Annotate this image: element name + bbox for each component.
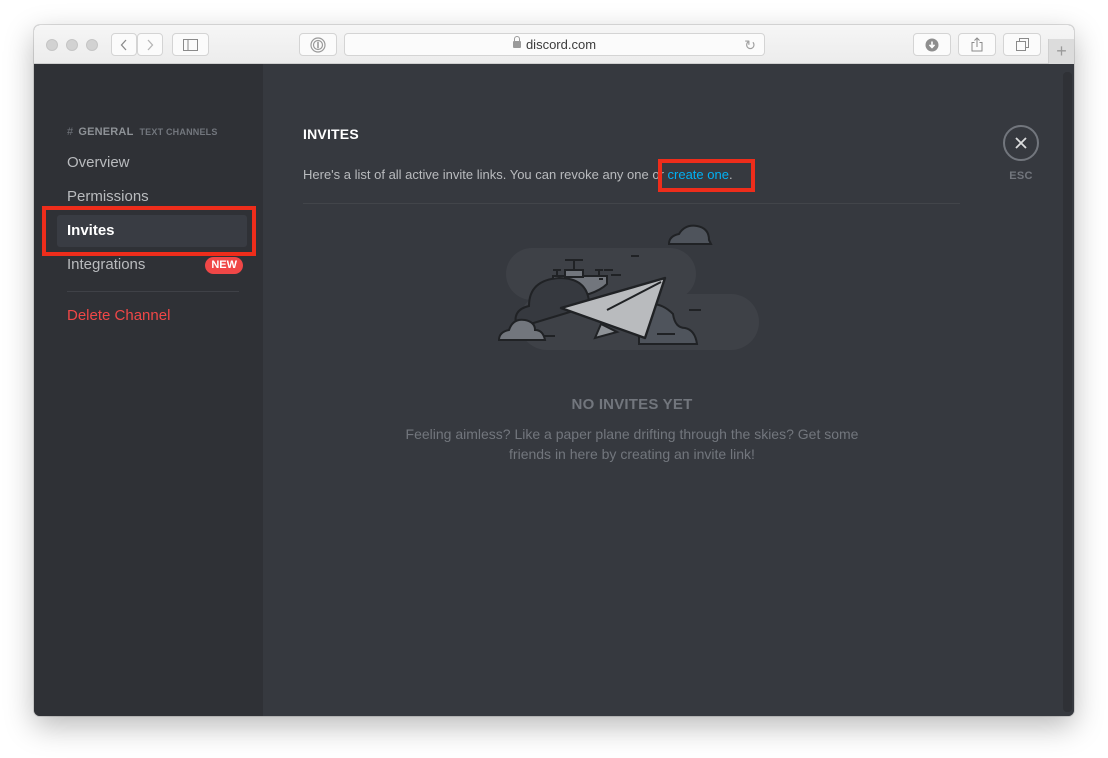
empty-state-description: Feeling aimless? Like a paper plane drif… <box>405 426 859 462</box>
close-button[interactable] <box>1003 125 1039 161</box>
password-manager-button[interactable] <box>299 33 337 56</box>
cloud-icon <box>667 224 713 245</box>
url-text: discord.com <box>525 37 597 52</box>
new-tab-button[interactable]: + <box>1048 39 1074 64</box>
sidebar-item-label: Invites <box>67 222 115 239</box>
channel-header: # GENERAL TEXT CHANNELS <box>67 126 218 138</box>
close-icon <box>1015 137 1027 149</box>
browser-window: discord.com ↻ + # GENERAL TEXT CHANNELS … <box>34 25 1074 716</box>
sidebar-item-overview[interactable]: Overview <box>57 147 247 179</box>
password-manager-icon <box>310 36 326 53</box>
sidebar-item-label: Overview <box>67 154 130 171</box>
share-icon <box>971 37 983 52</box>
download-icon <box>925 38 939 51</box>
tab-overview-button[interactable] <box>1003 33 1041 56</box>
reload-icon[interactable]: ↻ <box>744 37 756 54</box>
channel-category: TEXT CHANNELS <box>139 127 218 137</box>
empty-state-title: NO INVITES YET <box>571 396 693 413</box>
discord-app: # GENERAL TEXT CHANNELS Overview Permiss… <box>34 64 1074 716</box>
lock-icon <box>512 36 521 49</box>
minimize-window-button[interactable] <box>66 39 78 51</box>
description-end: . <box>728 167 733 182</box>
back-button[interactable] <box>111 33 137 56</box>
channel-name: GENERAL <box>78 126 134 138</box>
sidebar-icon <box>183 38 198 51</box>
downloads-button[interactable] <box>913 33 951 56</box>
forward-button[interactable] <box>137 33 163 56</box>
page-title: INVITES <box>303 126 359 142</box>
zoom-window-button[interactable] <box>86 39 98 51</box>
sidebar-item-invites[interactable]: Invites <box>57 215 247 247</box>
invites-description: Here's a list of all active invite links… <box>303 167 733 182</box>
close-settings[interactable]: ESC <box>1003 125 1039 182</box>
sidebar-toggle-button[interactable] <box>172 33 209 56</box>
tabs-icon <box>1015 38 1029 51</box>
esc-label: ESC <box>1009 170 1033 182</box>
sidebar-item-label: Permissions <box>67 188 149 205</box>
hash-icon: # <box>67 126 74 138</box>
sidebar-divider <box>67 291 239 292</box>
paper-plane-illustration <box>497 224 759 350</box>
scrollbar[interactable] <box>1063 72 1072 712</box>
sidebar-item-permissions[interactable]: Permissions <box>57 181 247 213</box>
sidebar-item-integrations[interactable]: Integrations NEW <box>57 249 247 281</box>
close-window-button[interactable] <box>46 39 58 51</box>
new-badge: NEW <box>205 257 243 274</box>
settings-content: INVITES Here's a list of all active invi… <box>263 64 1074 716</box>
share-button[interactable] <box>958 33 996 56</box>
create-invite-link[interactable]: create one <box>668 167 729 182</box>
delete-channel-label: Delete Channel <box>67 307 171 324</box>
delete-channel-button[interactable]: Delete Channel <box>57 300 247 332</box>
forward-icon <box>147 39 154 50</box>
address-bar[interactable]: discord.com ↻ <box>344 33 765 56</box>
settings-sidebar: # GENERAL TEXT CHANNELS Overview Permiss… <box>34 64 263 716</box>
new-tab-icon: + <box>1056 41 1067 61</box>
browser-toolbar: discord.com ↻ + <box>34 25 1074 64</box>
sidebar-item-label: Integrations <box>67 256 146 273</box>
back-icon <box>120 39 127 50</box>
header-divider <box>303 203 960 204</box>
description-text: Here's a list of all active invite links… <box>303 167 668 182</box>
